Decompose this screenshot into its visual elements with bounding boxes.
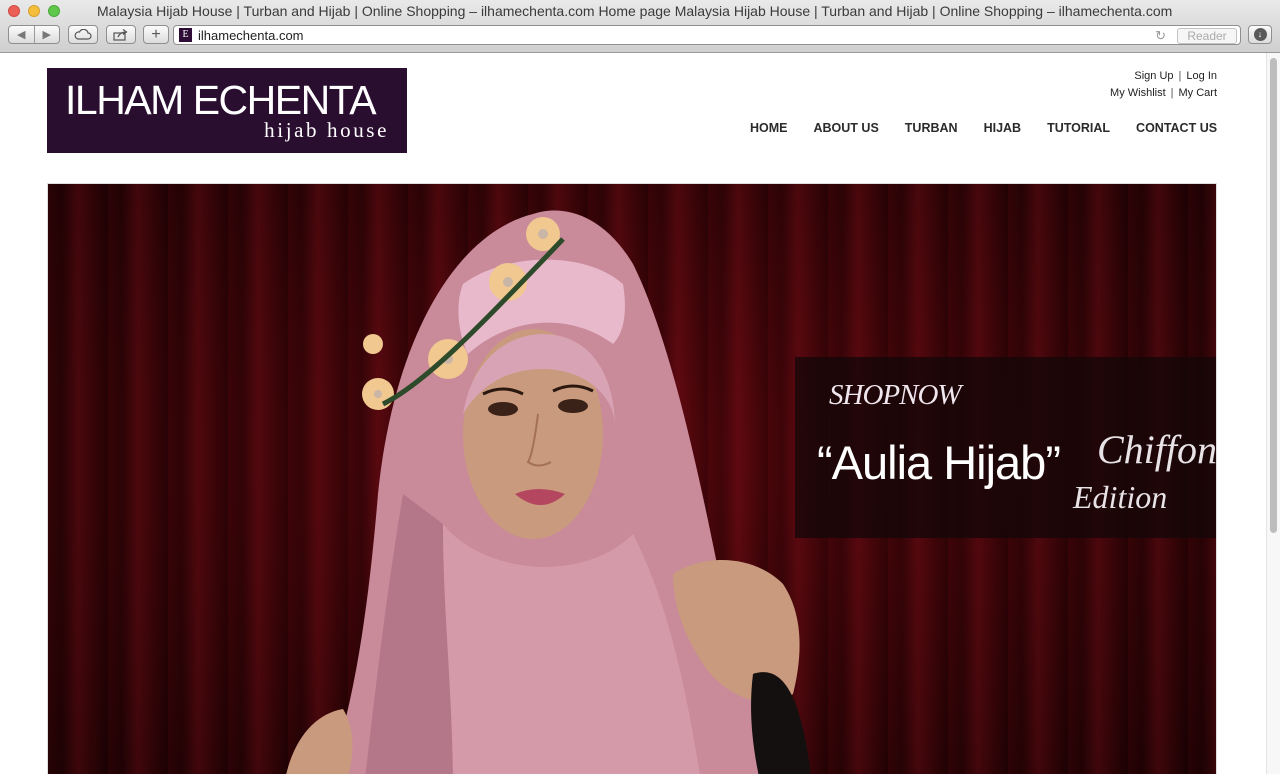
page-scrollbar[interactable]	[1266, 53, 1280, 774]
cloud-icon	[74, 29, 92, 40]
log-in-link[interactable]: Log In	[1186, 70, 1217, 82]
nav-about-us[interactable]: ABOUT US	[814, 121, 879, 135]
url-text[interactable]: ilhamechenta.com	[198, 28, 304, 43]
site-logo[interactable]: ILHAM ECHENTA hijab house	[47, 68, 407, 153]
scrollbar-thumb[interactable]	[1270, 58, 1277, 533]
back-arrow-icon: ◀	[17, 29, 26, 41]
icloud-tabs-button[interactable]	[68, 25, 98, 44]
sign-up-link[interactable]: Sign Up	[1134, 70, 1173, 82]
back-button[interactable]: ◀	[9, 26, 34, 43]
share-icon	[113, 28, 128, 41]
promo-banner[interactable]: SHOPNOW “Aulia Hijab” Chiffon Edition	[795, 357, 1217, 538]
maximize-window-button[interactable]	[48, 5, 60, 17]
new-tab-button[interactable]: +	[143, 25, 169, 44]
plus-icon: +	[151, 25, 161, 43]
wishlist-link[interactable]: My Wishlist	[1110, 87, 1166, 99]
reader-button[interactable]: Reader	[1177, 28, 1237, 44]
user-links: My Wishlist | My Cart	[1110, 87, 1217, 99]
logo-subtitle: hijab house	[264, 118, 389, 142]
site-favicon-icon: E	[179, 28, 192, 42]
hero-banner[interactable]: SHOPNOW “Aulia Hijab” Chiffon Edition	[47, 183, 1217, 774]
forward-button[interactable]: ▶	[35, 26, 60, 43]
browser-toolbar: Malaysia Hijab House | Turban and Hijab …	[0, 0, 1280, 53]
title-bar: Malaysia Hijab House | Turban and Hijab …	[0, 0, 1280, 22]
edition-line-2: Edition	[1073, 479, 1168, 515]
downloads-button[interactable]: ↓	[1248, 25, 1272, 44]
link-separator: |	[1170, 87, 1174, 99]
minimize-window-button[interactable]	[28, 5, 40, 17]
back-forward-group: ◀ ▶	[8, 25, 60, 44]
edition-line-1: Chiffon	[1097, 427, 1217, 472]
forward-arrow-icon: ▶	[42, 29, 51, 41]
download-icon: ↓	[1253, 28, 1267, 41]
shop-now-label[interactable]: SHOPNOW	[829, 379, 962, 412]
nav-contact-us[interactable]: CONTACT US	[1136, 121, 1217, 135]
main-navigation: HOME ABOUT US TURBAN HIJAB TUTORIAL CONT…	[750, 121, 1243, 135]
window-title: Malaysia Hijab House | Turban and Hijab …	[97, 3, 1173, 19]
cart-link[interactable]: My Cart	[1179, 87, 1218, 99]
reload-icon[interactable]: ↻	[1155, 28, 1166, 44]
product-name: “Aulia Hijab”	[817, 436, 1061, 489]
nav-tutorial[interactable]: TUTORIAL	[1047, 121, 1110, 135]
link-separator: |	[1178, 70, 1182, 82]
account-links: Sign Up | Log In	[1134, 70, 1217, 82]
close-window-button[interactable]	[8, 5, 20, 17]
address-bar[interactable]: E ilhamechenta.com ↻ Reader	[173, 25, 1241, 45]
share-button[interactable]	[106, 25, 136, 44]
model-illustration	[286, 210, 811, 774]
logo-title: ILHAM ECHENTA	[65, 77, 377, 123]
nav-hijab[interactable]: HIJAB	[984, 121, 1022, 135]
web-page: ILHAM ECHENTA hijab house Sign Up | Log In…	[0, 53, 1266, 774]
nav-turban[interactable]: TURBAN	[905, 121, 958, 135]
nav-home[interactable]: HOME	[750, 121, 788, 135]
